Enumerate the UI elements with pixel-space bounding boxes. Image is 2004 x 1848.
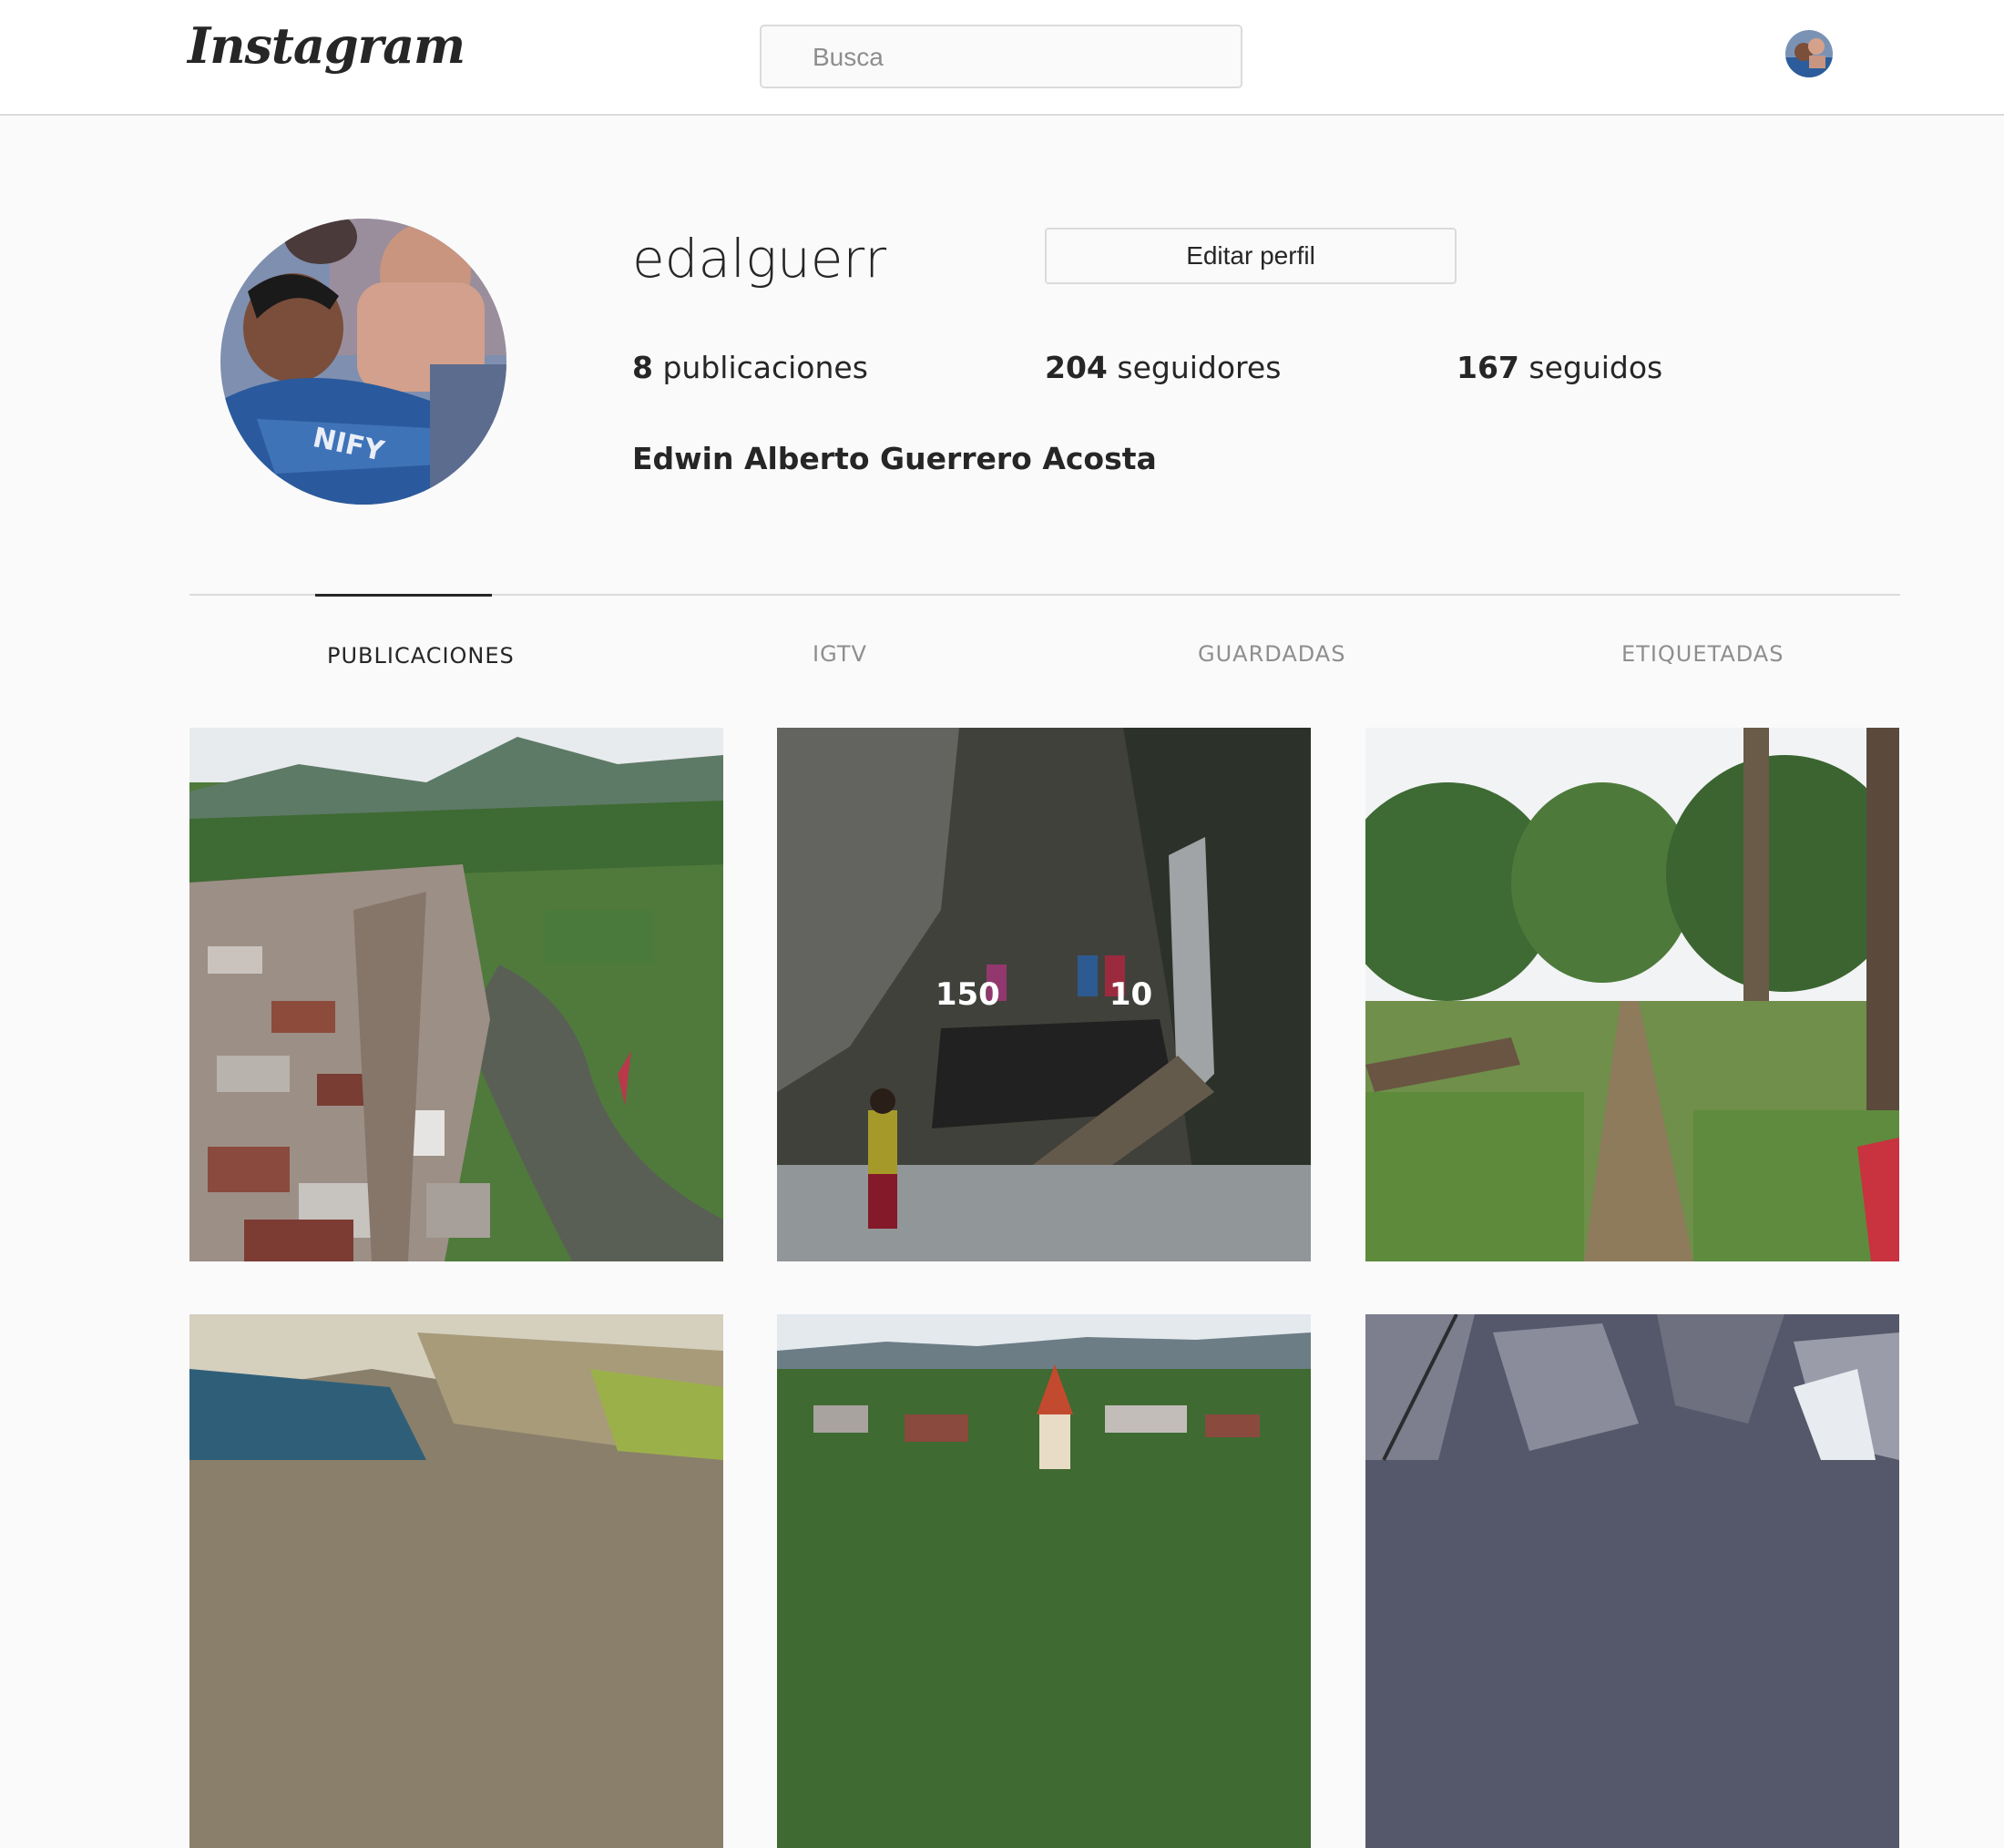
comments-count: 10 bbox=[1109, 976, 1153, 1013]
post-thumbnail[interactable]: 150 10 bbox=[777, 728, 1311, 1261]
tab-igtv[interactable]: IGTV bbox=[813, 641, 867, 667]
search-box[interactable] bbox=[760, 25, 1242, 88]
tab-etiquetadas[interactable]: ETIQUETADAS bbox=[1621, 641, 1784, 667]
tab-guardadas[interactable]: GUARDADAS bbox=[1198, 641, 1345, 667]
instagram-logo[interactable]: Instagram bbox=[188, 16, 465, 75]
post-thumbnail[interactable] bbox=[189, 1314, 723, 1848]
post-thumbnail[interactable] bbox=[777, 1314, 1311, 1848]
profile-avatar[interactable]: NIFY bbox=[220, 219, 506, 505]
profile-full-name: Edwin Alberto Guerrero Acosta bbox=[632, 441, 1157, 476]
post-thumbnail[interactable] bbox=[189, 728, 723, 1261]
tab-publicaciones[interactable]: PUBLICACIONES bbox=[327, 643, 515, 669]
search-input[interactable] bbox=[811, 26, 1233, 88]
post-thumbnail[interactable] bbox=[1365, 1314, 1899, 1848]
top-navigation-bar: Instagram bbox=[0, 0, 2004, 116]
followers-count: 204 bbox=[1045, 350, 1108, 385]
post-thumbnail[interactable] bbox=[1365, 728, 1899, 1261]
following-stat[interactable]: 167 seguidos bbox=[1457, 350, 1662, 385]
following-count: 167 bbox=[1457, 350, 1519, 385]
posts-stat: 8 publicaciones bbox=[632, 350, 868, 385]
followers-label: seguidores bbox=[1117, 350, 1282, 385]
active-tab-indicator bbox=[315, 594, 492, 597]
edit-profile-button[interactable]: Editar perfil bbox=[1045, 228, 1457, 284]
likes-count: 150 bbox=[935, 976, 1000, 1013]
posts-count: 8 bbox=[632, 350, 653, 385]
posts-label: publicaciones bbox=[662, 350, 868, 385]
post-hover-overlay: 150 10 bbox=[777, 728, 1311, 1261]
profile-username: edalguerr bbox=[632, 228, 887, 290]
followers-stat[interactable]: 204 seguidores bbox=[1045, 350, 1281, 385]
following-label: seguidos bbox=[1529, 350, 1663, 385]
user-avatar-icon[interactable] bbox=[1785, 30, 1833, 77]
